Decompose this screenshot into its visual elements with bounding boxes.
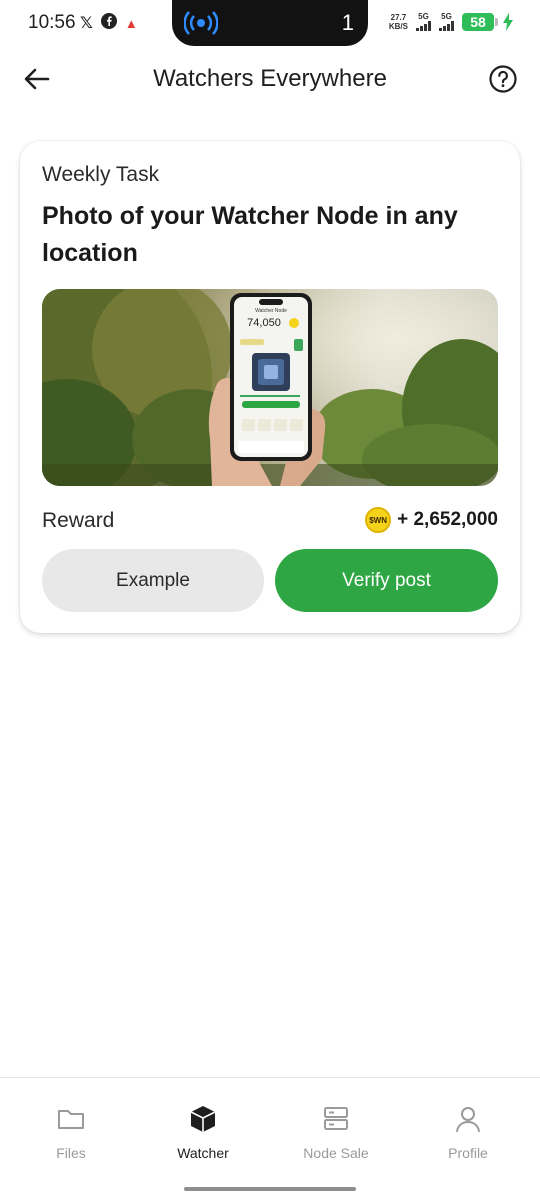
x-logo-icon: 𝕏 xyxy=(80,14,93,32)
network-speed-unit: KB/S xyxy=(388,21,408,31)
signal-bars-icon xyxy=(416,21,431,31)
reward-label: Reward xyxy=(42,509,115,532)
nav-item-files[interactable]: Files xyxy=(21,1104,121,1161)
hero-phone-balance: 74,050 xyxy=(247,317,281,329)
reward-value: $WN + 2,652,000 xyxy=(365,507,498,533)
adobe-icon: ▲ xyxy=(124,15,138,31)
status-bar: 10:56 𝕏 ▲ 1 27.7 KB/S 5G 5G 58 xyxy=(0,0,540,48)
island-count: 1 xyxy=(341,10,354,35)
task-hero-image: Watcher Node 74,050 xyxy=(42,289,498,486)
broadcast-icon xyxy=(184,11,218,35)
nav-label-watcher: Watcher xyxy=(177,1145,229,1161)
battery-indicator: 58 xyxy=(462,12,498,31)
nav-item-node-sale[interactable]: Node Sale xyxy=(286,1104,386,1161)
hero-photo: Watcher Node 74,050 xyxy=(42,289,498,486)
signal-2-label: 5G xyxy=(441,12,452,21)
app-header: Watchers Everywhere xyxy=(0,56,540,102)
nav-label-files: Files xyxy=(56,1145,86,1161)
nav-item-profile[interactable]: Profile xyxy=(418,1104,518,1161)
task-type-label: Weekly Task xyxy=(42,163,160,186)
example-button[interactable]: Example xyxy=(42,549,264,612)
cube-icon xyxy=(190,1106,216,1132)
status-time: 10:56 xyxy=(28,12,76,33)
dynamic-island: 1 xyxy=(172,0,368,46)
task-title: Photo of your Watcher Node in any locati… xyxy=(42,202,458,267)
page-title: Watchers Everywhere xyxy=(153,65,387,92)
network-speed-value: 27.7 xyxy=(390,12,407,22)
reward-amount: + 2,652,000 xyxy=(397,509,498,530)
signal-1: 5G xyxy=(416,12,431,31)
nav-label-profile: Profile xyxy=(448,1145,488,1161)
network-speed: 27.7 KB/S xyxy=(389,13,408,31)
server-icon xyxy=(324,1107,348,1130)
bottom-navigation: Files Watcher Node Sale Profile xyxy=(0,1077,540,1200)
wn-coin-icon: $WN xyxy=(365,507,392,533)
status-notification-icons: 𝕏 ▲ xyxy=(80,13,138,34)
home-indicator[interactable] xyxy=(184,1187,356,1191)
folder-icon xyxy=(58,1110,84,1129)
verify-post-button[interactable]: Verify post xyxy=(275,549,498,612)
facebook-icon xyxy=(100,13,117,34)
nav-label-node-sale: Node Sale xyxy=(303,1145,369,1161)
charging-bolt-icon xyxy=(503,12,513,31)
nav-item-watcher[interactable]: Watcher xyxy=(153,1104,253,1161)
help-icon[interactable] xyxy=(488,64,518,94)
signal-bars-icon xyxy=(439,21,454,31)
signal-1-label: 5G xyxy=(418,12,429,21)
hero-phone-app-title: Watcher Node xyxy=(255,308,287,314)
person-icon xyxy=(456,1107,480,1132)
signal-2: 5G xyxy=(439,12,454,31)
status-system-icons: 27.7 KB/S 5G 5G 58 xyxy=(389,12,514,31)
weekly-task-card: Weekly Task Photo of your Watcher Node i… xyxy=(20,141,520,633)
